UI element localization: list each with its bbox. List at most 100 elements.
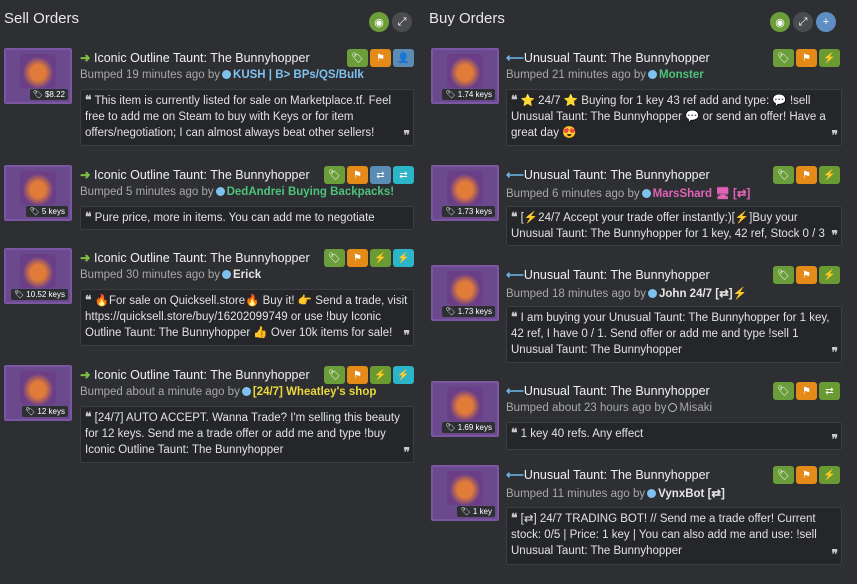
status-dot-icon [215,187,225,196]
expand-icon[interactable]: ⤢ [392,12,412,32]
trade-icon[interactable]: ⇄ [819,382,840,400]
item-thumbnail[interactable]: 🏷 1.74 keys [431,48,499,104]
item-thumbnail[interactable]: 🏷 1.73 keys [431,165,499,221]
item-thumbnail[interactable]: 🏷 1 key [431,465,499,521]
order-comment: ❝ I am buying your Unusual Taunt: The Bu… [506,306,842,363]
tag-icon[interactable]: 🏷 [773,466,794,484]
tag-icon[interactable]: 🏷 [324,249,345,267]
order-badges: 🏷 ⚑ ⚡ [773,166,840,184]
lightning-icon[interactable]: ⚡ [370,249,391,267]
item-thumbnail[interactable]: 🏷 1.69 keys [431,381,499,437]
tag-icon[interactable]: 🏷 [773,382,794,400]
expand-icon[interactable]: ⤢ [793,12,813,32]
item-name[interactable]: ➜ Iconic Outline Taunt: The Bunnyhopper [80,167,310,182]
instant-trade-icon[interactable]: ⚡ [393,366,414,384]
bunnyhopper-icon [20,254,56,288]
bump-info: Bumped 21 minutes ago by Monster [506,69,704,81]
status-dot-icon [222,70,232,79]
flag-icon[interactable]: ⚑ [796,382,817,400]
item-name[interactable]: ⟵Unusual Taunt: The Bunnyhopper [506,267,710,282]
price-tag: 🏷 1.73 keys [442,206,495,217]
arrow-left-icon: ⟵ [506,168,524,182]
status-dot-icon [641,189,651,198]
tag-icon[interactable]: 🏷 [773,166,794,184]
flag-icon[interactable]: ⚑ [796,166,817,184]
order-comment: ❝ 🔥For sale on Quicksell.store🔥 Buy it! … [80,289,414,346]
user-link[interactable]: DedAndrei Buying Backpacks! [227,186,394,198]
item-thumbnail[interactable]: 🏷 12 keys [4,365,72,421]
flag-icon[interactable]: ⚑ [796,266,817,284]
lightning-icon[interactable]: ⚡ [370,366,391,384]
item-thumbnail[interactable]: 🏷 1.73 keys [431,265,499,321]
user-link[interactable]: [24/7] Wheatley's shop [253,386,377,398]
quote-close-icon: ❞ [831,345,838,359]
tag-icon[interactable]: 🏷 [773,266,794,284]
item-name[interactable]: ⟵Unusual Taunt: The Bunnyhopper [506,167,710,182]
flag-icon[interactable]: ⚑ [370,49,391,67]
tag-icon[interactable]: 🏷 [324,166,345,184]
user-link[interactable]: John 24/7 [⇄]⚡ [659,288,747,300]
item-name[interactable]: ⟵Unusual Taunt: The Bunnyhopper [506,50,710,65]
order-comment: ❝ Pure price, more in items. You can add… [80,206,414,230]
user-link[interactable]: Misaki [679,402,712,414]
order-comment: ❝ [24/7] AUTO ACCEPT. Wanna Trade? I'm s… [80,406,414,463]
item-name[interactable]: ⟵Unusual Taunt: The Bunnyhopper [506,467,710,482]
instant-trade-icon[interactable]: ⚡ [393,249,414,267]
item-name[interactable]: ➜ Iconic Outline Taunt: The Bunnyhopper [80,367,310,382]
arrow-right-icon: ➜ [80,168,91,182]
quote-open-icon: ❝ [511,426,518,440]
flag-icon[interactable]: ⚑ [796,49,817,67]
eye-icon[interactable]: ◉ [770,12,790,32]
add-icon[interactable]: + [816,12,836,32]
order-badges: 🏷 ⚑ ⚡ ⚡ [324,366,414,384]
user-link[interactable]: Monster [659,69,704,81]
trade-icon[interactable]: ⇄ [370,166,391,184]
flag-icon[interactable]: ⚑ [347,249,368,267]
bump-info: Bumped 19 minutes ago by KUSH | B> BPs/QS… [80,69,364,81]
buy-header-actions: ◉ ⤢ + [770,12,836,32]
tag-icon[interactable]: 🏷 [773,49,794,67]
add-friend-icon[interactable]: 👤 [393,49,414,67]
bump-info: Bumped 11 minutes ago by VynxBot [⇄] [506,488,725,500]
tag-icon[interactable]: 🏷 [347,49,368,67]
quote-open-icon: ❝ [511,93,518,107]
quote-close-icon: ❞ [831,128,838,142]
sell-header-actions: ◉ ⤢ [369,12,412,32]
user-link[interactable]: Erick [233,269,261,281]
bump-info: Bumped 6 minutes ago by MarsShard 🖥 [⇄] [506,188,751,200]
quote-open-icon: ❝ [85,210,92,224]
item-name[interactable]: ➜ Iconic Outline Taunt: The Bunnyhopper [80,50,310,65]
price-tag: 🏷 $8.22 [29,89,68,100]
tag-icon[interactable]: 🏷 [324,366,345,384]
lightning-icon[interactable]: ⚡ [819,49,840,67]
item-name[interactable]: ⟵Unusual Taunt: The Bunnyhopper [506,383,710,398]
flag-icon[interactable]: ⚑ [347,166,368,184]
item-name[interactable]: ➜ Iconic Outline Taunt: The Bunnyhopper [80,250,310,265]
user-link[interactable]: VynxBot [⇄] [658,488,725,500]
bump-info: Bumped about a minute ago by [24/7] Wheat… [80,386,377,398]
order-comment: ❝ This item is currently listed for sale… [80,89,414,146]
eye-icon[interactable]: ◉ [369,12,389,32]
user-link[interactable]: KUSH | B> BPs/QS/Bulk [233,69,364,81]
quote-open-icon: ❝ [511,210,518,224]
quote-close-icon: ❞ [403,445,410,459]
bump-info: Bumped 30 minutes ago by Erick [80,269,262,281]
quote-close-icon: ❞ [831,228,838,242]
item-thumbnail[interactable]: 🏷 5 keys [4,165,72,221]
item-thumbnail[interactable]: 🏷 10.52 keys [4,248,72,304]
lightning-icon[interactable]: ⚡ [819,266,840,284]
flag-icon[interactable]: ⚑ [347,366,368,384]
lightning-icon[interactable]: ⚡ [819,466,840,484]
status-dot-icon [648,289,658,298]
lightning-icon[interactable]: ⚡ [819,166,840,184]
arrow-left-icon: ⟵ [506,268,524,282]
order-badges: 🏷 ⚑ ⇄ [773,382,840,400]
trade-offer-icon[interactable]: ⇄ [393,166,414,184]
status-dot-icon [648,70,658,79]
user-link[interactable]: MarsShard 🖥 [⇄] [653,188,751,200]
bunnyhopper-icon [20,171,56,205]
flag-icon[interactable]: ⚑ [796,466,817,484]
price-tag: 🏷 1 key [457,506,495,517]
item-thumbnail[interactable]: 🏷 $8.22 [4,48,72,104]
quote-open-icon: ❝ [85,293,92,307]
